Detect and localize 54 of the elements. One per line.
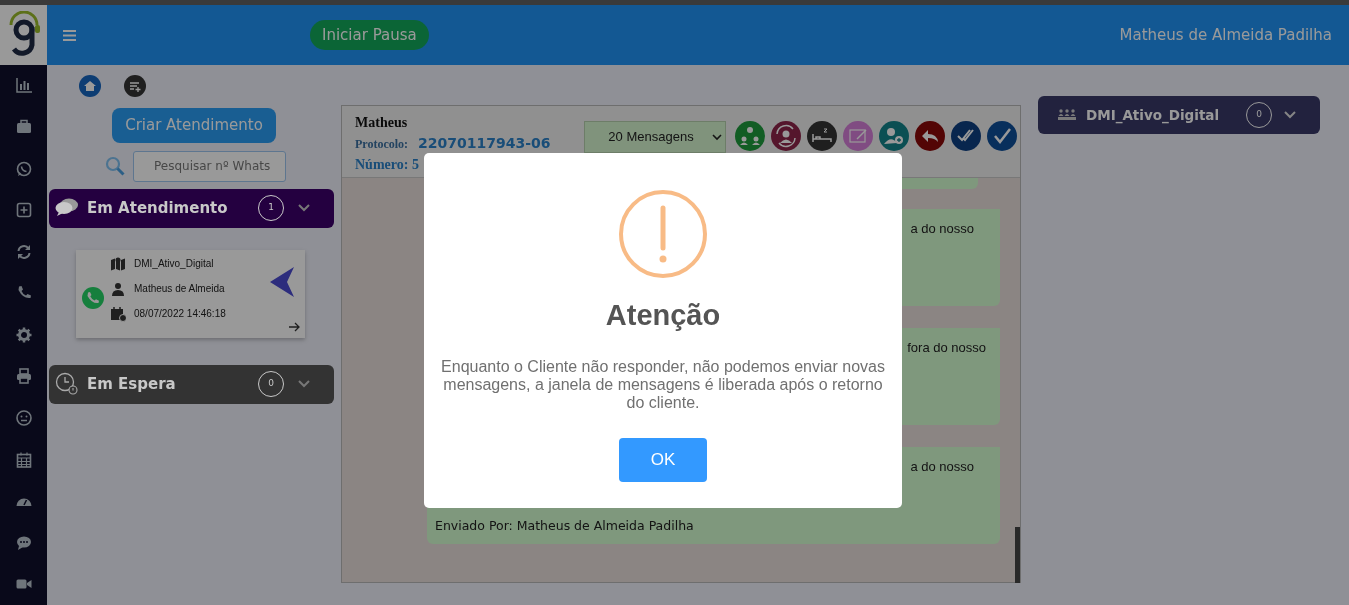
date-time: 08/07/2022 14:46:18 [134, 307, 226, 321]
queue-header[interactable]: DMI_Ativo_Digital 0 [1038, 96, 1320, 134]
contact-name: Matheus [355, 114, 409, 132]
calendar-user-icon [110, 305, 126, 322]
neutral-face-icon[interactable] [14, 408, 33, 427]
double-check-icon[interactable] [951, 121, 981, 151]
dialog-message: Enquanto o Cliente não responder, não podemos enviar novas mensagens, a janela de mensagens é liberada após o retorno do cliente. [440, 357, 886, 412]
list-add-icon[interactable] [124, 75, 146, 97]
warning-icon [619, 190, 707, 278]
queue-name: DMI_Ativo_Digital [134, 257, 214, 271]
chevron-down-icon [711, 133, 722, 141]
queue-header[interactable]: Em Espera 0 [49, 364, 334, 404]
search-field[interactable]: Pesquisar nº Whats [133, 150, 286, 182]
queue-title: Em Atendimento [87, 197, 228, 219]
user-add-icon[interactable] [879, 121, 909, 151]
protocol-label: Protocolo: [355, 136, 409, 153]
messages-dropdown[interactable]: 20 Mensagens [584, 121, 726, 153]
printer-icon[interactable] [14, 367, 33, 386]
clock-icon [55, 372, 79, 396]
whatsapp-icon[interactable] [14, 159, 33, 178]
menu-icon[interactable] [63, 29, 76, 41]
whatsapp-icon [81, 285, 105, 310]
user-name: Matheus de Almeida Padilha [1119, 24, 1332, 46]
calendar-icon[interactable] [14, 450, 33, 469]
agent-name: Matheus de Almeida [134, 282, 225, 296]
pointer-icon[interactable] [270, 266, 296, 297]
queue-header[interactable]: Em Atendimento 1 [49, 188, 334, 228]
plus-square-icon[interactable] [14, 201, 33, 220]
chevron-down-icon[interactable] [298, 380, 310, 388]
user-transfer-icon[interactable] [771, 121, 801, 151]
home-icon[interactable] [79, 75, 101, 97]
team-icon [1058, 109, 1076, 121]
queue-title: Em Espera [87, 373, 176, 395]
group-icon[interactable] [735, 121, 765, 151]
chevron-down-icon[interactable] [298, 204, 310, 212]
check-icon[interactable] [987, 121, 1017, 151]
message-text: a do nosso [910, 458, 974, 476]
message-sender: Enviado Por: Matheus de Almeida Padilha [435, 517, 695, 536]
scrollbar-thumb[interactable] [1015, 527, 1020, 583]
protocol-number: 22070117943-06 [418, 134, 551, 153]
queue-title: DMI_Ativo_Digital [1086, 105, 1220, 126]
map-icon [110, 255, 126, 272]
search-icon [105, 156, 125, 176]
gear-icon[interactable] [14, 325, 33, 344]
bar-chart-icon[interactable] [14, 76, 33, 95]
message-text: fora do nosso [907, 339, 986, 357]
briefcase-icon[interactable] [14, 118, 33, 136]
dialog-title: Atenção [604, 298, 722, 333]
sleep-bed-icon[interactable] [807, 121, 837, 151]
user-icon [110, 280, 126, 297]
message-text: a do nosso [910, 220, 974, 238]
phone-number: Número: 5 [355, 156, 420, 174]
arrow-right-icon[interactable] [289, 321, 300, 332]
service-card[interactable]: DMI_Ativo_Digital Matheus de Almeida 08/07/2022 14:46:18 [76, 249, 305, 338]
